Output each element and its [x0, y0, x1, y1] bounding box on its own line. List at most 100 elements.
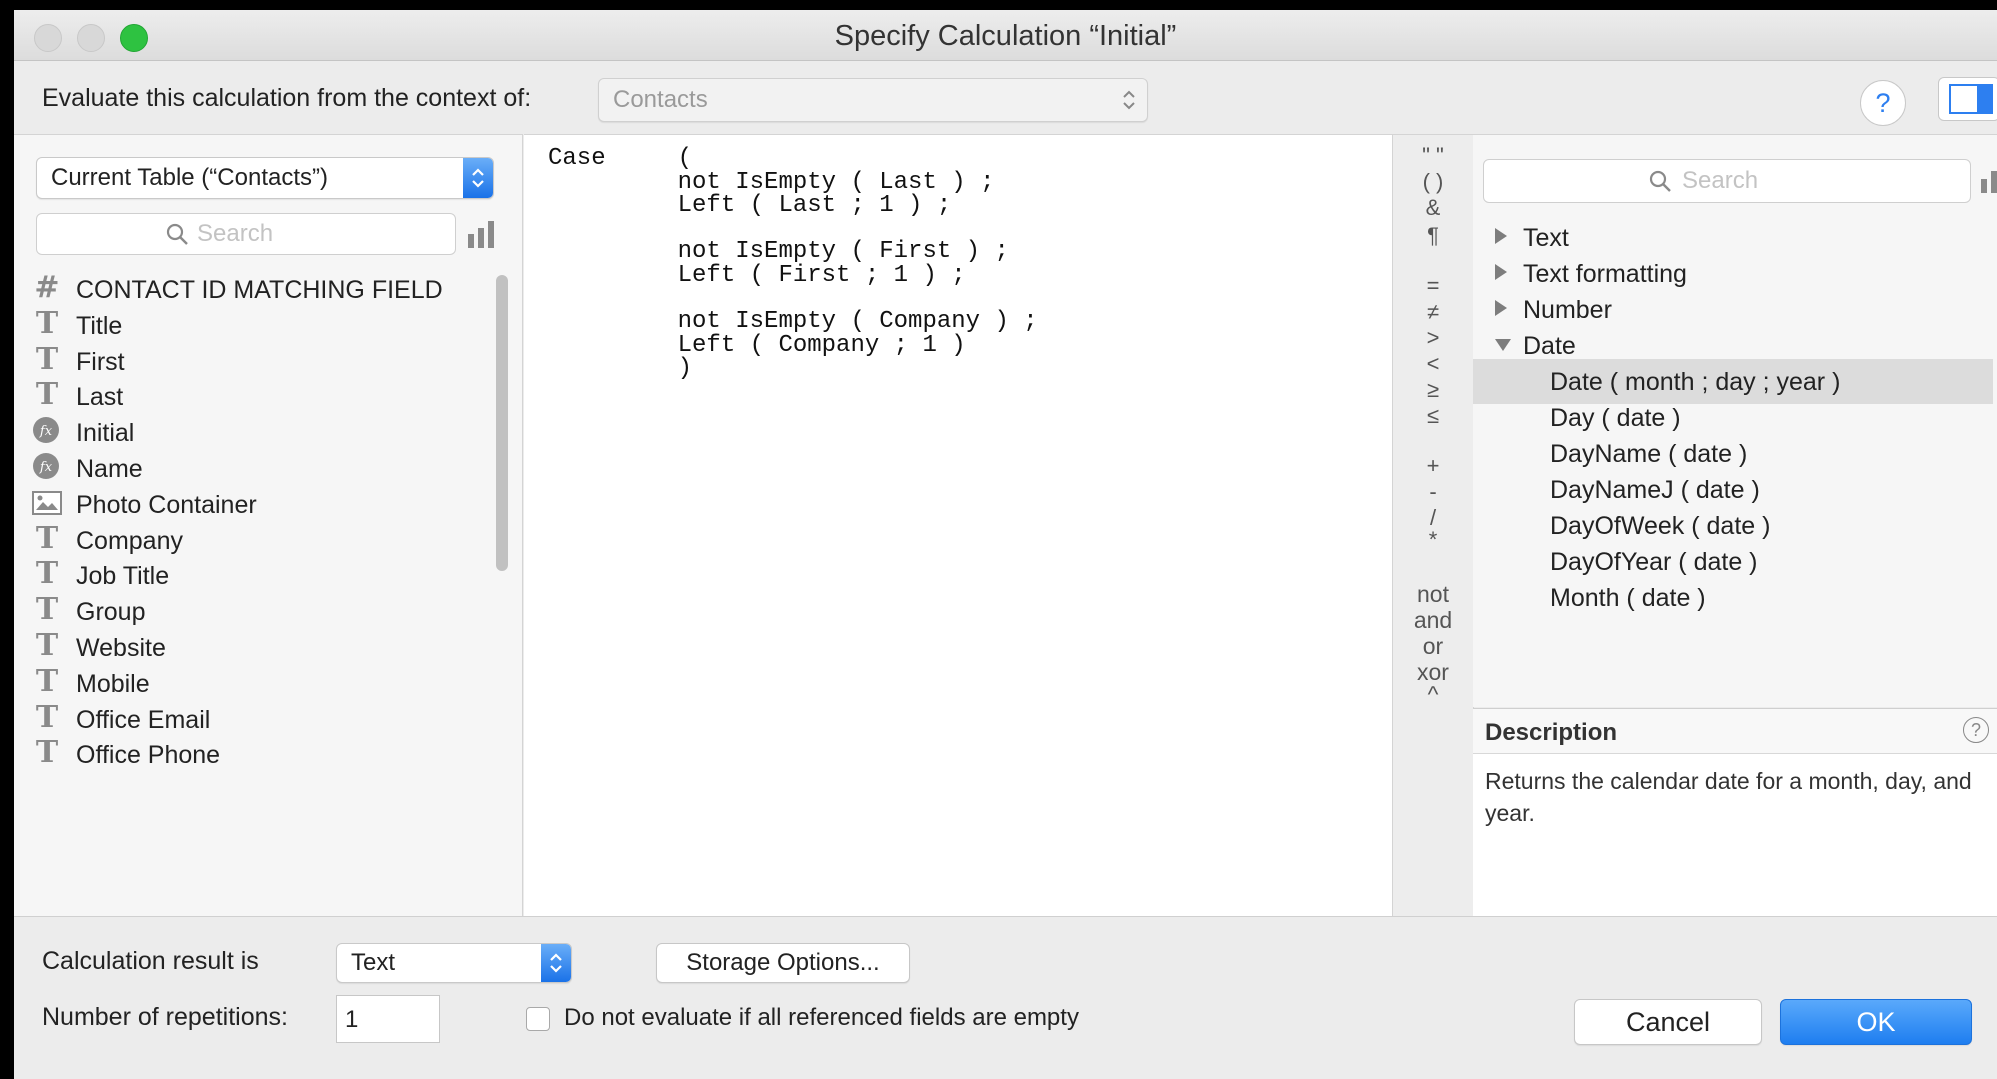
- title-bar: Specify Calculation “Initial”: [14, 10, 1997, 61]
- updown-chevron-icon: [1123, 90, 1135, 110]
- updown-chevron-icon: [472, 168, 484, 188]
- help-button[interactable]: ?: [1860, 80, 1906, 126]
- text-field-icon: T: [35, 592, 59, 628]
- function-item[interactable]: Month ( date ): [1473, 575, 1993, 620]
- operator-button[interactable]: ≤: [1408, 403, 1458, 429]
- window-title: Specify Calculation “Initial”: [834, 20, 1177, 52]
- function-signature: Month ( date ): [1550, 584, 1706, 612]
- operator-button[interactable]: ≠: [1408, 299, 1458, 325]
- function-signature: DayOfWeek ( date ): [1550, 512, 1771, 540]
- table-select-stepper: [463, 158, 493, 198]
- context-label: Evaluate this calculation from the conte…: [42, 84, 532, 112]
- text-field-icon: T: [35, 520, 59, 556]
- text-field-icon: T: [35, 341, 59, 377]
- repetitions-input[interactable]: 1: [336, 995, 440, 1043]
- updown-chevron-icon: [550, 953, 562, 973]
- disclosure-triangle-right-icon[interactable]: [1495, 264, 1507, 280]
- repetitions-label: Number of repetitions:: [42, 1003, 288, 1031]
- description-title: Description: [1485, 719, 1618, 746]
- field-name: Photo Container: [76, 490, 257, 519]
- description-panel: Description ? Returns the calendar date …: [1473, 708, 1997, 917]
- formula-line: not IsEmpty ( Company ) ;: [548, 308, 1038, 335]
- function-category-name: Text formatting: [1523, 260, 1687, 288]
- formula-line: Left ( First ; 1 ) ;: [548, 262, 966, 289]
- function-signature: Day ( date ): [1550, 404, 1681, 432]
- info-icon[interactable]: ?: [1963, 717, 1989, 743]
- function-list: Text Text formatting Number Date Date ( mont…: [1473, 215, 1997, 705]
- operator-button[interactable]: >: [1408, 325, 1458, 351]
- text-field-icon: T: [35, 735, 59, 771]
- operator-word-button[interactable]: and: [1408, 607, 1458, 634]
- field-name: Group: [76, 598, 146, 627]
- functions-search-input[interactable]: Search: [1483, 159, 1971, 203]
- function-signature: Date ( month ; day ; year ): [1550, 368, 1841, 396]
- text-field-icon: T: [35, 628, 59, 663]
- fields-scrollbar[interactable]: [496, 275, 508, 571]
- field-name: Last: [76, 383, 124, 412]
- context-value: Contacts: [613, 86, 708, 113]
- formula-line: ): [548, 355, 693, 382]
- field-name: Mobile: [76, 669, 150, 698]
- field-name: Job Title: [76, 562, 170, 591]
- operator-button[interactable]: <: [1408, 351, 1458, 377]
- sidebar-toggle-button[interactable]: [1938, 77, 1997, 121]
- formula-line: not IsEmpty ( First ) ;: [548, 238, 1009, 265]
- calculation-dialog: Specify Calculation “Initial” Evaluate t…: [14, 10, 1997, 1079]
- field-name: Title: [76, 311, 123, 340]
- operator-button[interactable]: &: [1408, 195, 1458, 221]
- result-type-stepper: [541, 944, 571, 982]
- function-signature: DayNameJ ( date ): [1550, 476, 1760, 504]
- cancel-button[interactable]: Cancel: [1574, 999, 1762, 1045]
- function-category-name: Number: [1523, 296, 1612, 324]
- function-signature: DayName ( date ): [1550, 440, 1748, 468]
- fields-search-input[interactable]: Search: [36, 213, 456, 255]
- operator-button[interactable]: +: [1408, 453, 1458, 479]
- search-icon: [166, 223, 188, 245]
- operator-button[interactable]: ( ): [1408, 169, 1458, 195]
- calculation-field-icon: fx: [32, 416, 62, 446]
- field-name: CONTACT ID MATCHING FIELD: [76, 276, 443, 304]
- fields-pane: Current Table (“Contacts”) Search # CONTA…: [14, 134, 523, 917]
- result-label: Calculation result is: [42, 947, 259, 975]
- text-field-icon: T: [35, 699, 59, 735]
- field-name: Initial: [76, 419, 135, 448]
- calculation-field-icon: fx: [32, 452, 62, 482]
- context-select[interactable]: Contacts: [598, 78, 1148, 122]
- sidebar-icon: [1949, 84, 1993, 114]
- disclosure-triangle-right-icon[interactable]: [1495, 300, 1507, 316]
- do-not-evaluate-checkbox[interactable]: [526, 1007, 550, 1031]
- operator-button[interactable]: =: [1408, 273, 1458, 299]
- result-type-select[interactable]: Text: [336, 943, 572, 983]
- function-category-name: Text: [1523, 224, 1569, 252]
- disclosure-triangle-right-icon[interactable]: [1495, 228, 1507, 244]
- operator-word-button[interactable]: or: [1408, 633, 1458, 660]
- storage-options-button[interactable]: Storage Options...: [656, 943, 910, 983]
- field-name: Company: [76, 526, 183, 555]
- field-name: First: [76, 347, 125, 376]
- table-select-value: Current Table (“Contacts”): [51, 164, 328, 191]
- field-name: Website: [76, 634, 166, 662]
- operator-word-button[interactable]: ^: [1408, 681, 1458, 708]
- operator-button[interactable]: *: [1408, 527, 1458, 553]
- operator-button[interactable]: " ": [1408, 143, 1458, 169]
- result-type-value: Text: [351, 949, 396, 976]
- field-name: Name: [76, 455, 143, 483]
- disclosure-triangle-down-icon[interactable]: [1495, 339, 1511, 351]
- formula-editor[interactable]: Case ( not IsEmpty ( Last ) ; Left ( Las…: [524, 134, 1392, 917]
- field-name: Office Email: [76, 705, 211, 734]
- sort-bars-icon[interactable]: [466, 218, 498, 250]
- operator-word-button[interactable]: not: [1408, 581, 1458, 608]
- formula-line: Case (: [548, 145, 693, 172]
- ok-button[interactable]: OK: [1780, 999, 1972, 1045]
- operator-button[interactable]: -: [1408, 479, 1458, 505]
- do-not-evaluate-label: Do not evaluate if all referenced fields…: [564, 1004, 1079, 1031]
- operator-button[interactable]: ¶: [1408, 223, 1458, 249]
- field-list-item[interactable]: T Office Phone: [14, 732, 494, 776]
- table-select[interactable]: Current Table (“Contacts”): [36, 157, 494, 199]
- operators-column: " "( ) & ¶ = ≠ > < ≥ ≤ + - / * not and or xor ^: [1392, 134, 1474, 917]
- field-list: # CONTACT ID MATCHING FIELD T Title T First T L…: [14, 267, 494, 915]
- operator-button[interactable]: ≥: [1408, 377, 1458, 403]
- text-field-icon: T: [35, 556, 59, 592]
- repetitions-value: 1: [345, 1006, 359, 1033]
- sort-bars-icon[interactable]: [1979, 163, 1997, 195]
